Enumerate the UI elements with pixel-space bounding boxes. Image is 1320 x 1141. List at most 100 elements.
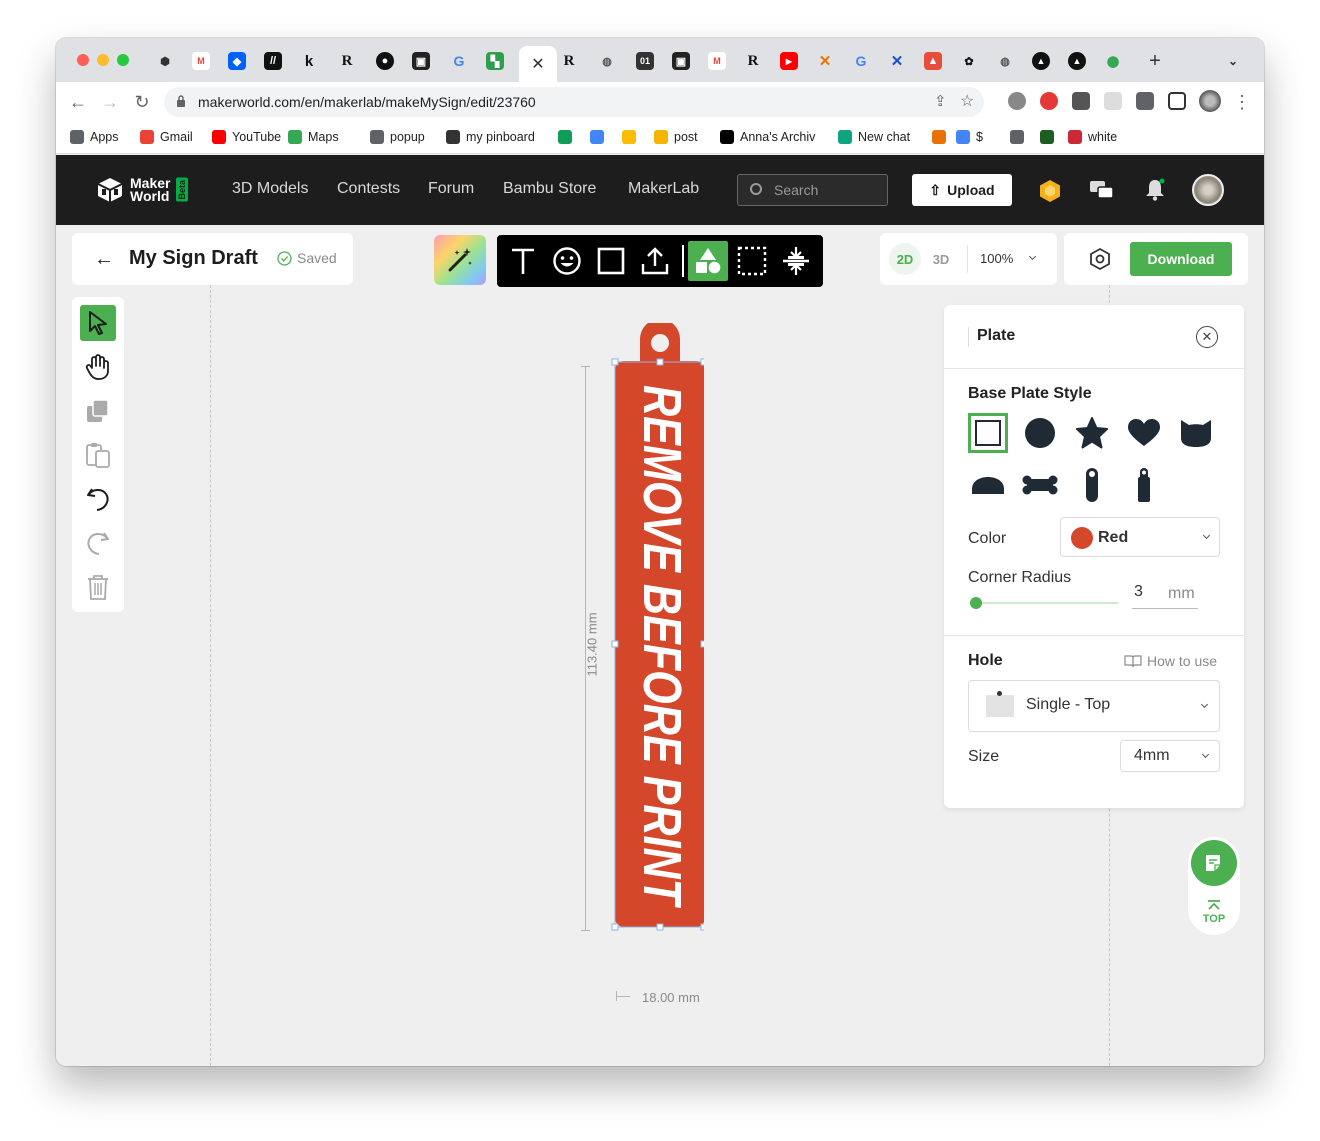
cat-shape-icon[interactable] bbox=[1176, 413, 1216, 453]
sidepanel-icon[interactable] bbox=[1168, 92, 1186, 110]
ext-opera-icon[interactable] bbox=[1040, 92, 1058, 110]
nav-makerlab[interactable]: MakerLab bbox=[628, 180, 699, 198]
circle-shape-icon[interactable] bbox=[1020, 413, 1060, 453]
tab-green-icon[interactable]: ▚ bbox=[486, 52, 504, 70]
tab-triangle-icon[interactable]: ▲ bbox=[1032, 52, 1050, 70]
heart-shape-icon[interactable] bbox=[1124, 413, 1164, 453]
select-area-icon[interactable] bbox=[732, 241, 772, 281]
points-hexagon-icon[interactable] bbox=[1038, 179, 1062, 203]
zoom-select[interactable]: 100% bbox=[980, 251, 1013, 266]
how-to-use-link[interactable]: How to use bbox=[1124, 653, 1217, 669]
arch-shape-icon[interactable] bbox=[968, 465, 1008, 505]
ext-gear-icon[interactable] bbox=[1008, 92, 1026, 110]
tab-r2-icon[interactable]: R bbox=[560, 52, 578, 70]
back-arrow-icon[interactable]: ← bbox=[66, 90, 90, 114]
tab-google2-icon[interactable]: G bbox=[852, 52, 870, 70]
close-icon[interactable]: ✕ bbox=[531, 54, 544, 74]
corner-radius-input[interactable]: 3 mm bbox=[1132, 581, 1198, 609]
tab-youtube-icon[interactable]: ▶ bbox=[780, 52, 798, 70]
paste-icon[interactable] bbox=[80, 437, 116, 473]
tab-active[interactable]: ✕ bbox=[519, 46, 557, 82]
close-window-button[interactable] bbox=[77, 54, 89, 66]
profile-avatar-icon[interactable] bbox=[1199, 90, 1221, 112]
tab-triangle2-icon[interactable]: ▲ bbox=[1068, 52, 1086, 70]
tab-chart-icon[interactable]: ▲ bbox=[924, 52, 942, 70]
size-select[interactable]: 4mm bbox=[1120, 740, 1220, 772]
tab-ii-icon[interactable]: // bbox=[264, 52, 282, 70]
bookmark-drive[interactable] bbox=[622, 130, 636, 144]
bookmark-x-orange[interactable] bbox=[932, 130, 946, 144]
sign-text[interactable]: REMOVE BEFORE PRINT bbox=[632, 385, 692, 908]
nav-contests[interactable]: Contests bbox=[337, 180, 400, 198]
tab-cube-icon[interactable]: ⬢ bbox=[156, 52, 174, 70]
tab-k-icon[interactable]: k bbox=[300, 52, 318, 70]
editor-canvas[interactable]: ← My Sign Draft Saved 2D 3D 100% Downloa… bbox=[56, 225, 1264, 1066]
nav-3d-models[interactable]: 3D Models bbox=[232, 180, 308, 198]
bookmark-white[interactable]: white bbox=[1068, 130, 1117, 144]
text-tool-icon[interactable] bbox=[503, 241, 543, 281]
tab-gmail2-icon[interactable]: M bbox=[708, 52, 726, 70]
emoji-tool-icon[interactable] bbox=[547, 241, 587, 281]
bookmark-youtube[interactable]: YouTube bbox=[212, 130, 281, 144]
url-text[interactable]: makerworld.com/en/makerlab/makeMySign/ed… bbox=[198, 94, 536, 110]
corner-radius-slider[interactable] bbox=[970, 597, 1118, 609]
tab-dark2-icon[interactable]: ▣ bbox=[672, 52, 690, 70]
bookmark-s[interactable] bbox=[1040, 130, 1054, 144]
tab-x-orange-icon[interactable]: ✕ bbox=[816, 52, 834, 70]
align-center-icon[interactable] bbox=[776, 241, 816, 281]
ext-shield-icon[interactable] bbox=[1104, 92, 1122, 110]
tab-search-chevron-icon[interactable]: ⌄ bbox=[1224, 52, 1242, 70]
shape-tool-icon[interactable] bbox=[591, 241, 631, 281]
sign-title[interactable]: My Sign Draft bbox=[129, 247, 258, 270]
tab-openai-icon[interactable]: ✿ bbox=[960, 52, 978, 70]
reload-icon[interactable]: ↻ bbox=[130, 90, 154, 114]
nav-forum[interactable]: Forum bbox=[428, 180, 474, 198]
tab-dropbox-icon[interactable]: ◆ bbox=[228, 52, 246, 70]
tab-r3-icon[interactable]: R bbox=[744, 52, 762, 70]
tab-globe2-icon[interactable]: ◍ bbox=[996, 52, 1014, 70]
duplicate-icon[interactable] bbox=[80, 393, 116, 429]
color-select[interactable]: Red bbox=[1060, 517, 1220, 557]
ai-magic-button[interactable] bbox=[434, 235, 486, 285]
feedback-button[interactable] bbox=[1191, 840, 1237, 886]
view-3d-button[interactable]: 3D bbox=[925, 243, 957, 275]
upload-button[interactable]: ⇧ Upload bbox=[912, 174, 1012, 206]
bookmark-[interactable]: $ bbox=[956, 130, 983, 144]
minimize-window-button[interactable] bbox=[97, 54, 109, 66]
forward-arrow-icon[interactable]: → bbox=[98, 90, 122, 114]
address-bar[interactable]: makerworld.com/en/makerlab/makeMySign/ed… bbox=[164, 87, 984, 117]
maximize-window-button[interactable] bbox=[117, 54, 129, 66]
tab-01-icon[interactable]: 01 bbox=[636, 52, 654, 70]
bone-shape-icon[interactable] bbox=[1020, 465, 1060, 505]
tag-round-shape-icon[interactable] bbox=[1072, 465, 1112, 505]
bookmark-gmail[interactable]: Gmail bbox=[140, 130, 193, 144]
tab-google-icon[interactable]: G bbox=[450, 52, 468, 70]
select-cursor-icon[interactable] bbox=[80, 305, 116, 341]
zoom-chevron-down-icon[interactable] bbox=[1028, 252, 1037, 261]
close-icon[interactable]: ✕ bbox=[1196, 326, 1218, 348]
bookmark-anna-s-archiv[interactable]: Anna's Archiv bbox=[720, 130, 815, 144]
bookmark-globe[interactable] bbox=[1010, 130, 1024, 144]
hole-select[interactable]: Single - Top bbox=[968, 680, 1220, 732]
notification-bell-icon[interactable] bbox=[1144, 178, 1166, 202]
back-arrow-icon[interactable]: ← bbox=[94, 248, 114, 271]
user-avatar[interactable] bbox=[1192, 174, 1224, 206]
bookmark-my-pinboard[interactable]: my pinboard bbox=[446, 130, 535, 144]
bookmark-popup[interactable]: popup bbox=[370, 130, 425, 144]
bookmark-sheets[interactable] bbox=[558, 130, 572, 144]
upload-image-icon[interactable] bbox=[635, 241, 675, 281]
sign-preview[interactable]: REMOVE BEFORE PRINT bbox=[604, 323, 704, 933]
top-chevron-icon[interactable] bbox=[1207, 897, 1221, 910]
plate-tool-icon[interactable] bbox=[688, 241, 728, 281]
bookmark-apps[interactable]: Apps bbox=[70, 130, 119, 144]
search-input[interactable]: Search bbox=[737, 174, 888, 206]
ext-readwise-icon[interactable] bbox=[1072, 92, 1090, 110]
back-to-top-label[interactable]: TOP bbox=[1188, 913, 1240, 925]
messages-icon[interactable] bbox=[1089, 180, 1115, 202]
tab-gmail-icon[interactable]: M bbox=[192, 52, 210, 70]
slider-thumb[interactable] bbox=[970, 597, 982, 609]
undo-icon[interactable] bbox=[80, 481, 116, 517]
tag-hook-shape-icon[interactable] bbox=[1124, 465, 1164, 505]
tab-github-icon[interactable]: ● bbox=[376, 52, 394, 70]
makerworld-logo[interactable]: Maker World Beta bbox=[96, 176, 189, 203]
